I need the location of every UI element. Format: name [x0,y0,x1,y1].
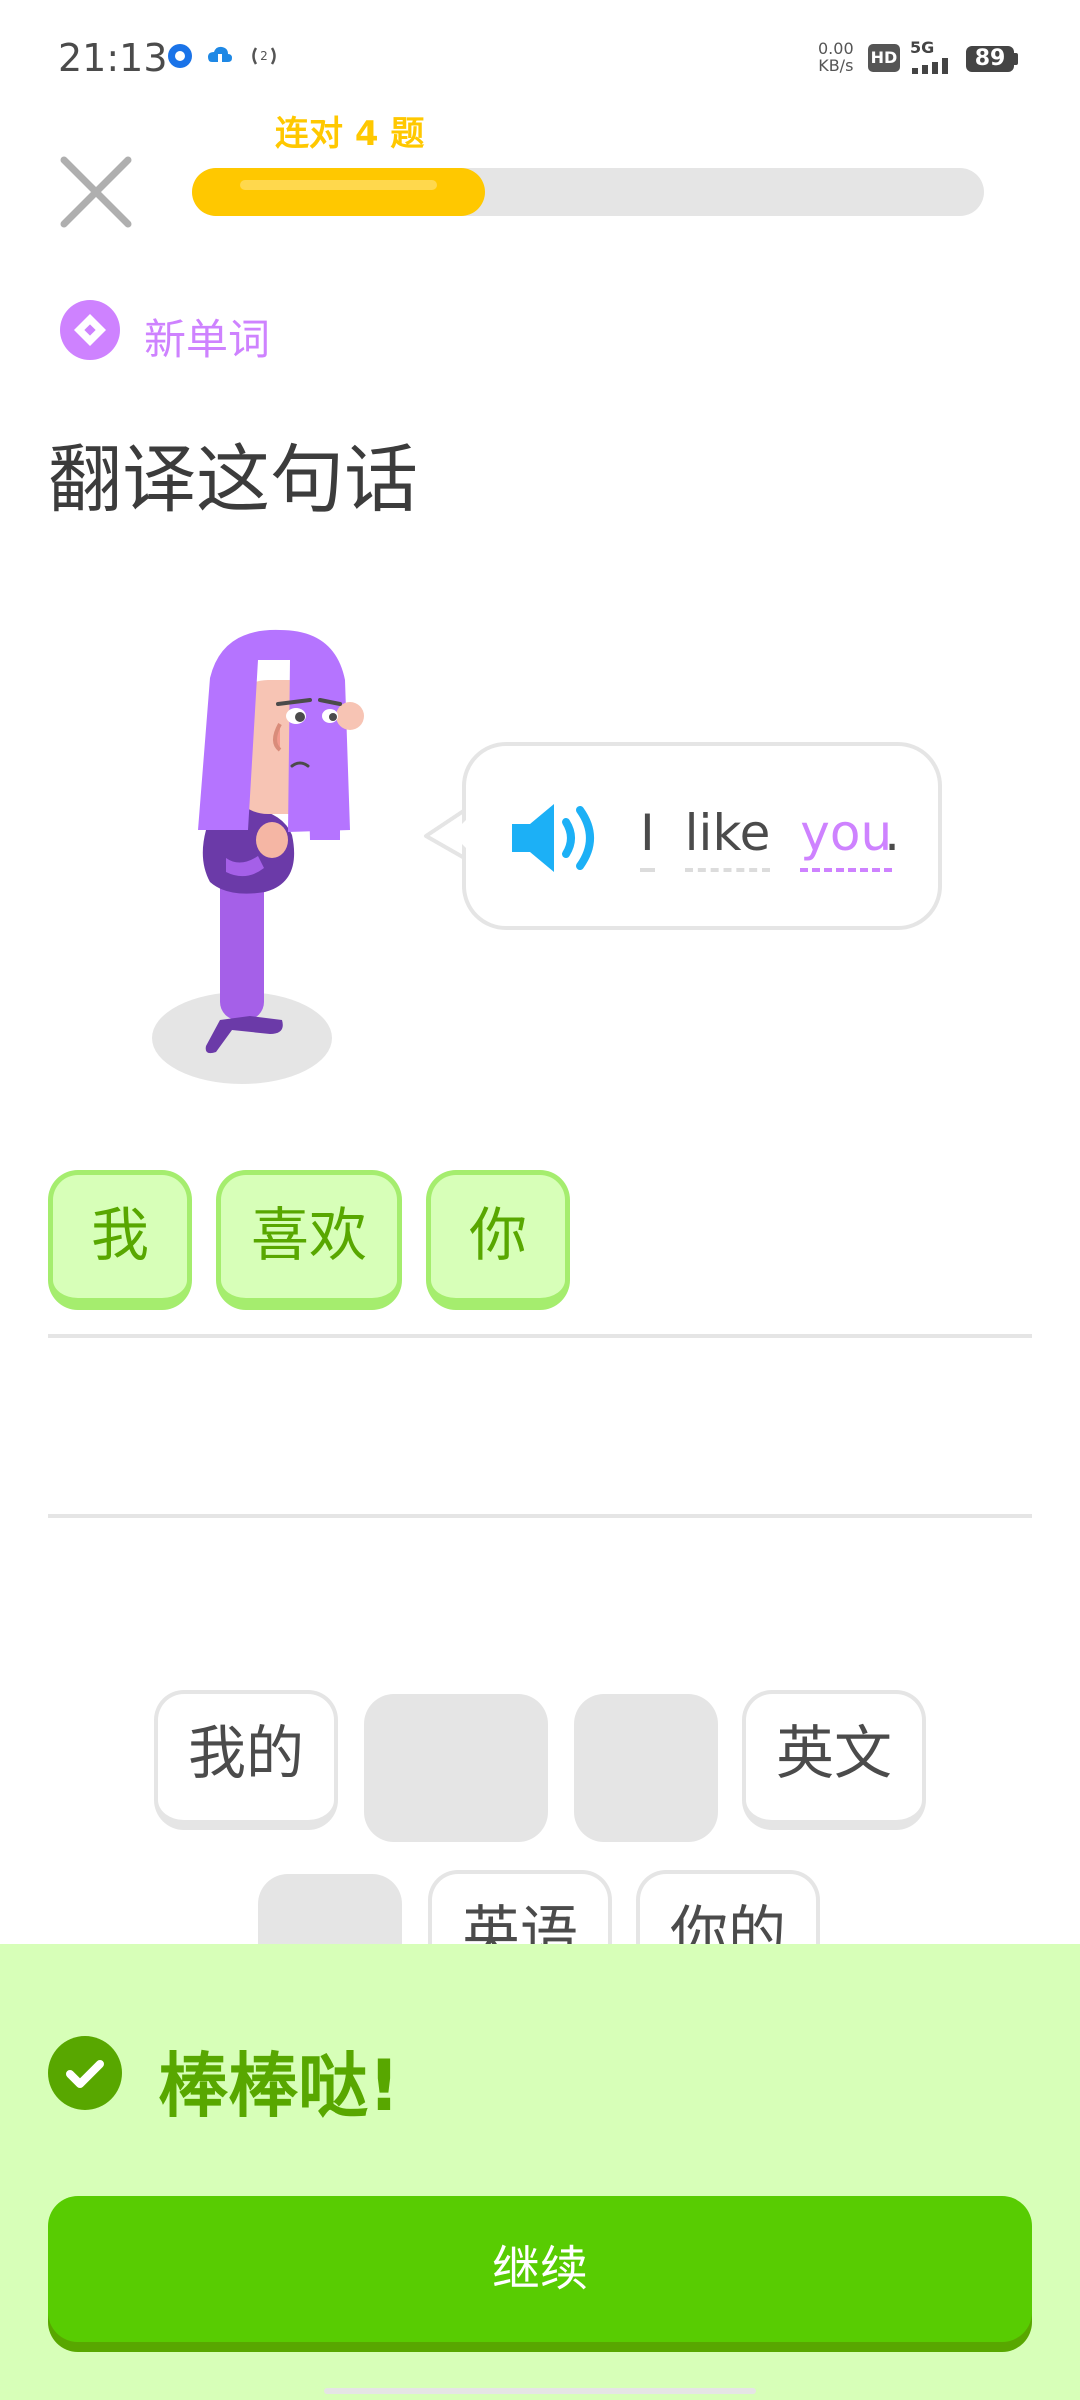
answer-tile[interactable]: 你 [426,1170,570,1310]
bubble-tail-fill [452,808,478,860]
battery-indicator: 89 [966,46,1014,72]
network-speed-value: 0.00 [818,39,854,58]
continue-button-label: 继续 [491,2241,588,2297]
progress-fill [192,168,485,216]
word-bank-tile[interactable]: 英文 [742,1690,926,1830]
word-bank-slot-empty [364,1694,548,1842]
status-time: 21:13 [58,36,168,80]
home-indicator[interactable] [324,2388,756,2394]
network-speed: 0.00 KB/s [818,40,854,74]
signal-indicator: 5G [910,40,962,76]
sentence-new-word[interactable]: you [800,804,893,872]
progress-shine [240,180,437,190]
hotspot-icon: 2 [252,47,276,65]
sentence-text: I like you. [640,804,914,872]
network-speed-unit: KB/s [818,56,854,75]
prompt-title: 翻译这句话 [48,437,418,523]
continue-button[interactable]: 继续 [48,2196,1032,2342]
network-type: 5G [910,38,935,57]
check-icon [48,2036,122,2110]
word-bank-slot-empty [574,1694,718,1842]
battery-tip [1014,53,1018,65]
svg-text:2: 2 [260,49,268,63]
app-notification-icon [168,44,192,68]
hd-badge: HD [868,44,900,72]
sentence-word[interactable]: like [684,804,771,872]
feedback-title: 棒棒哒! [158,2045,400,2127]
word-bank-tile[interactable]: 我的 [154,1690,338,1830]
new-word-label: 新单词 [144,315,271,364]
answer-line [48,1334,1032,1338]
new-word-icon [60,300,120,360]
close-icon[interactable] [58,154,134,230]
sentence-punctuation: . [884,804,901,862]
streak-label: 连对 4 题 [275,114,425,154]
speaker-icon[interactable] [508,798,608,878]
sentence-word[interactable]: I [640,804,655,872]
answer-tile[interactable]: 我 [48,1170,192,1310]
signal-bars-icon [912,58,948,74]
lily-character [152,629,364,1084]
answer-line [48,1514,1032,1518]
cloud-upload-icon [208,46,232,64]
answer-tile[interactable]: 喜欢 [216,1170,402,1310]
